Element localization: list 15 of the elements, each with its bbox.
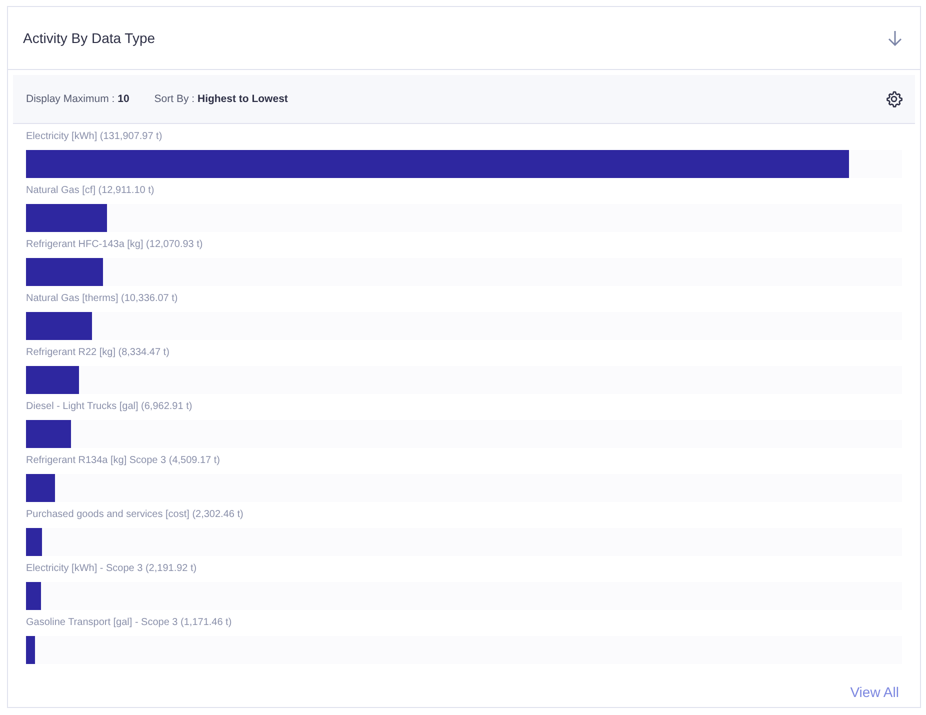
- bar-label: Diesel - Light Trucks [gal] (6,962.91 t): [26, 400, 194, 413]
- bar-label: Refrigerant R134a [kg] Scope 3 (4,509.17 t): [26, 454, 222, 467]
- bar-label: Electricity [kWh] - Scope 3 (2,191.92 t): [26, 562, 198, 575]
- bar-label: Natural Gas [therms] (10,336.07 t): [26, 292, 179, 305]
- bar-label: Purchased goods and services [cost] (2,302.46 t): [26, 508, 244, 521]
- bar-label: Refrigerant HFC-143a [kg] (12,070.93 t): [26, 238, 204, 251]
- sort-by[interactable]: Sort By : Highest to Lowest: [154, 93, 288, 105]
- bar-label: Refrigerant R22 [kg] (8,334.47 t): [26, 346, 170, 359]
- bar-label: Natural Gas [cf] (12,911.10 t): [26, 184, 156, 197]
- display-maximum[interactable]: Display Maximum : 10: [26, 93, 130, 105]
- bar-label: Electricity [kWh] (131,907.97 t): [26, 130, 164, 143]
- bar-label: Gasoline Transport [gal] - Scope 3 (1,171.46 t): [26, 616, 233, 629]
- down-arrow-icon[interactable]: [888, 30, 902, 46]
- panel-title: Activity By Data Type: [23, 30, 156, 46]
- settings-icon[interactable]: [885, 90, 903, 108]
